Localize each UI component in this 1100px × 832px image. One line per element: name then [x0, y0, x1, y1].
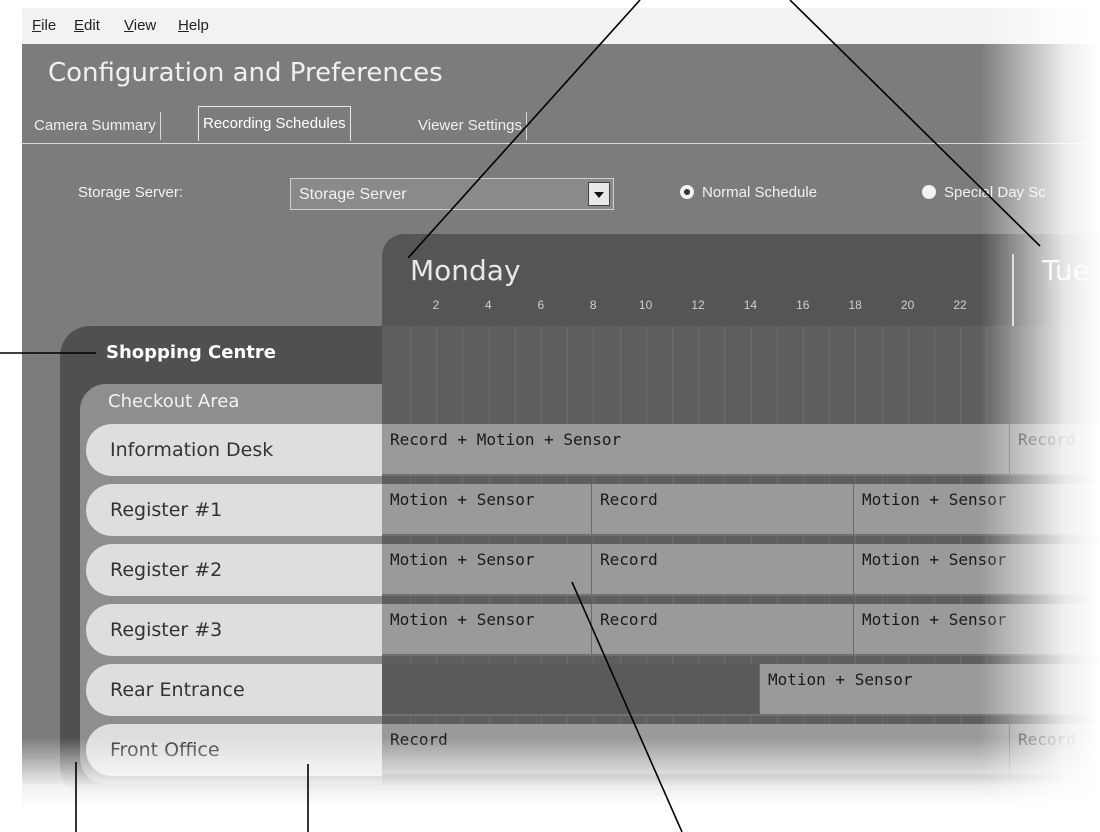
hour-tick-label: 4	[485, 298, 492, 312]
schedule-segment[interactable]: Motion + Sensor	[854, 484, 1100, 536]
day-divider	[1012, 254, 1014, 326]
radio-special-day[interactable]: Special Day Sc	[922, 184, 1046, 201]
schedule-segment[interactable]: Motion + Sensor	[760, 664, 1100, 716]
camera-row: Register #3 Motion + Sensor Record Motio…	[22, 604, 1100, 658]
schedule-segment[interactable]: Motion + Sensor	[854, 544, 1100, 596]
hour-tick-label: 14	[743, 298, 758, 312]
radio-special-label: Special Day Sc	[944, 184, 1046, 201]
schedule-segment[interactable]: Record + Motion + Sensor	[382, 424, 1010, 476]
camera-name[interactable]: Information Desk	[86, 424, 382, 476]
site-name[interactable]: Shopping Centre	[106, 342, 276, 363]
menu-bar: File Edit View Help	[22, 8, 1100, 44]
menu-help[interactable]: Help	[178, 17, 209, 34]
storage-server-select[interactable]: Storage Server	[290, 178, 614, 210]
next-area-row	[86, 800, 382, 808]
tab-underline	[22, 143, 1100, 144]
hour-tick-label: 10	[638, 298, 653, 312]
radio-unselected-icon	[922, 185, 936, 199]
menu-view[interactable]: View	[124, 17, 156, 34]
schedule-segment[interactable]: Record	[592, 544, 854, 596]
schedule-segment[interactable]: Motion + Sensor	[382, 484, 592, 536]
schedule-segment[interactable]: Record	[382, 724, 1010, 776]
storage-server-label: Storage Server:	[78, 184, 184, 201]
tab-bar: Camera Summary Recording Schedules Viewe…	[22, 106, 1100, 146]
hour-tick-label: 16	[796, 298, 810, 312]
camera-row: Rear Entrance Motion + Sensor	[22, 664, 1100, 718]
camera-name[interactable]: Register #3	[86, 604, 382, 656]
application-window: File Edit View Help Configuration and Pr…	[22, 8, 1100, 808]
tab-camera-summary[interactable]: Camera Summary	[30, 112, 161, 140]
hour-tick-label: 2	[432, 298, 440, 312]
menu-edit[interactable]: Edit	[74, 17, 100, 34]
schedule-segment[interactable]: Motion + Sensor	[382, 604, 592, 656]
window-title: Configuration and Preferences	[48, 58, 443, 88]
radio-normal-schedule[interactable]: Normal Schedule	[680, 184, 817, 201]
camera-row: Register #2 Motion + Sensor Record Motio…	[22, 544, 1100, 598]
schedule-segment-empty[interactable]	[382, 664, 760, 716]
day-label-tuesday: Tue	[1042, 254, 1090, 287]
camera-name[interactable]: Register #2	[86, 544, 382, 596]
camera-row: Register #1 Motion + Sensor Record Motio…	[22, 484, 1100, 538]
menu-file[interactable]: File	[32, 17, 56, 34]
schedule-segment[interactable]: Record	[592, 484, 854, 536]
tab-recording-schedules[interactable]: Recording Schedules	[198, 106, 351, 141]
schedule-segment[interactable]: Record	[1010, 424, 1100, 476]
radio-normal-label: Normal Schedule	[702, 184, 818, 201]
hour-tick-label: 22	[953, 298, 967, 312]
camera-row: Front Office Record Record	[22, 724, 1100, 778]
day-label-monday: Monday	[410, 254, 521, 287]
area-name[interactable]: Checkout Area	[108, 391, 239, 412]
hour-tick-label: 6	[537, 298, 545, 312]
camera-row: Information Desk Record + Motion + Senso…	[22, 424, 1100, 478]
hour-tick-label: 18	[848, 298, 862, 312]
schedule-segment[interactable]: Record	[1010, 724, 1100, 776]
tab-viewer-settings[interactable]: Viewer Settings	[414, 112, 527, 140]
hour-tick-label: 12	[691, 298, 705, 312]
radio-selected-icon	[680, 185, 694, 199]
camera-name[interactable]: Front Office	[86, 724, 382, 776]
storage-server-value: Storage Server	[299, 186, 407, 203]
schedule-segment[interactable]: Motion + Sensor	[382, 544, 592, 596]
hour-tick-label: 20	[900, 298, 915, 312]
camera-name[interactable]: Rear Entrance	[86, 664, 382, 716]
camera-name[interactable]: Register #1	[86, 484, 382, 536]
hour-tick-label: 8	[589, 298, 597, 312]
schedule-segment[interactable]: Motion + Sensor	[854, 604, 1100, 656]
chevron-down-icon[interactable]	[588, 182, 610, 206]
schedule-segment[interactable]: Record	[592, 604, 854, 656]
